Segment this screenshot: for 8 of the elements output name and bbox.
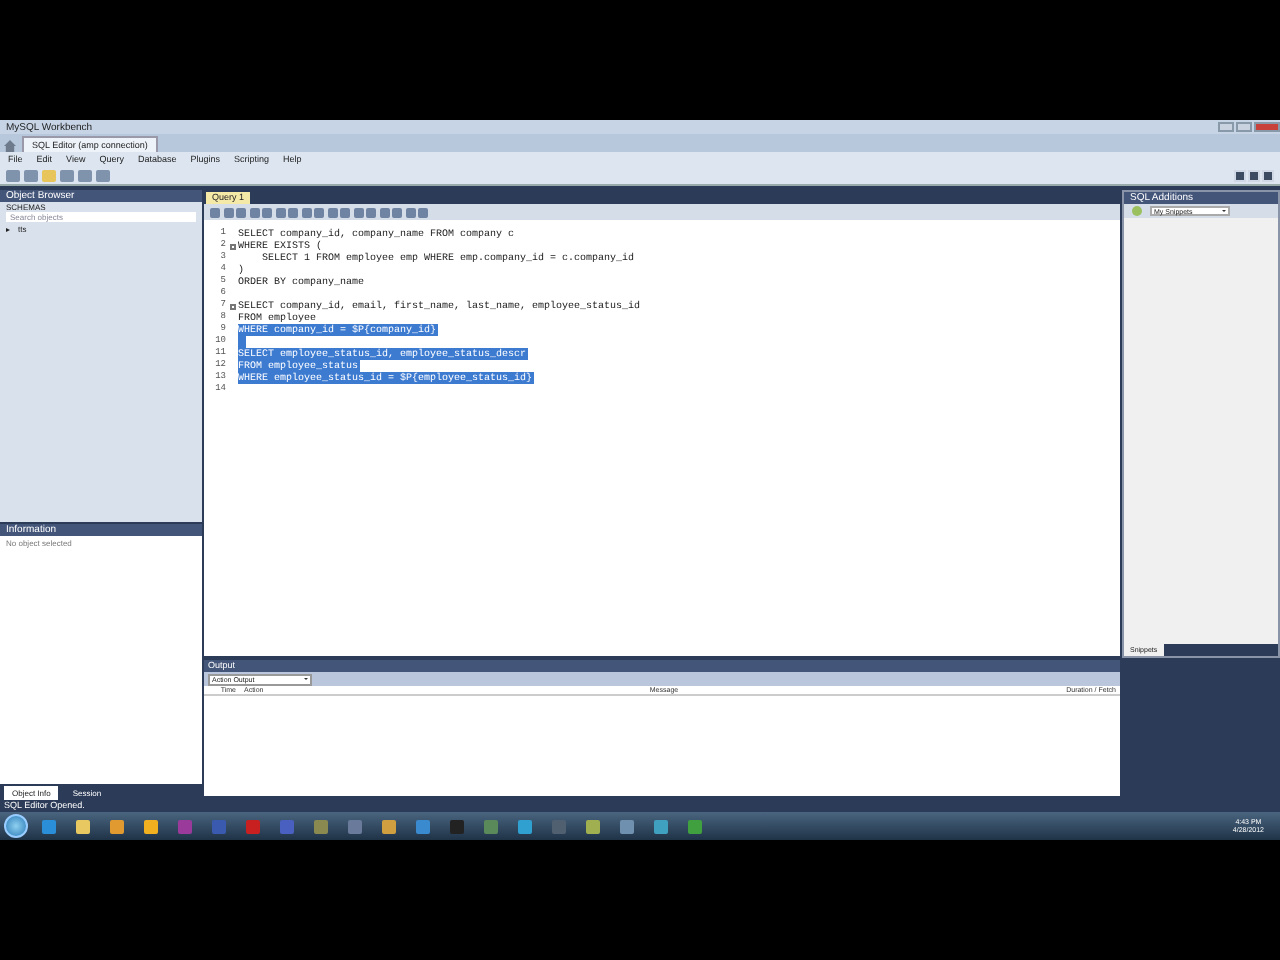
start-button[interactable] <box>4 814 28 838</box>
close-button[interactable] <box>1254 121 1280 131</box>
fold-icon[interactable] <box>230 243 236 249</box>
fold-icon[interactable] <box>230 303 236 309</box>
expand-arrow-icon[interactable] <box>6 227 10 231</box>
home-icon[interactable] <box>4 140 16 152</box>
maximize-button[interactable] <box>1236 121 1252 131</box>
minimize-button[interactable] <box>1218 121 1234 131</box>
